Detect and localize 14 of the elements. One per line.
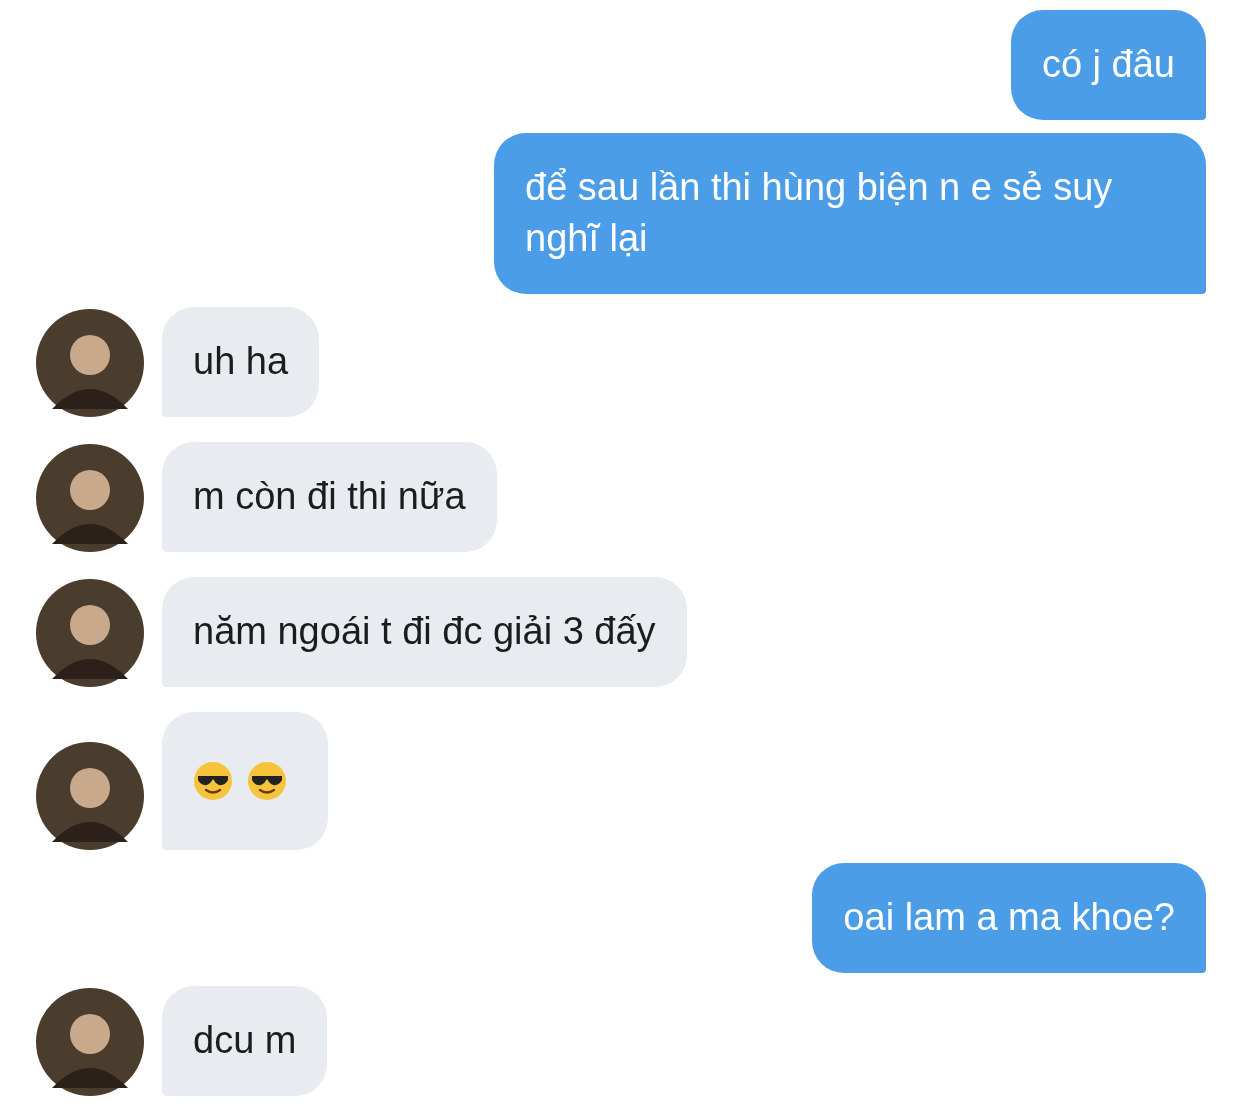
message-bubble: có j đâu (1010, 10, 1206, 120)
sunglasses-face-icon (247, 761, 287, 801)
message-bubble: uh ha (162, 307, 320, 417)
avatar[interactable] (36, 309, 144, 417)
avatar[interactable] (36, 988, 144, 1096)
avatar[interactable] (36, 444, 144, 552)
message-bubble: oai lam a ma khoe? (812, 863, 1206, 973)
avatar[interactable] (36, 579, 144, 687)
message-bubble: để sau lần thi hùng biện n e sẻ suy nghĩ lại (494, 133, 1206, 294)
avatar[interactable] (36, 742, 144, 850)
message-bubble: m còn đi thi nữa (162, 442, 497, 552)
message-bubble: năm ngoái t đi đc giải 3 đấy (162, 577, 687, 687)
sunglasses-face-icon (193, 761, 233, 801)
message-bubble: dcu m (162, 986, 328, 1096)
